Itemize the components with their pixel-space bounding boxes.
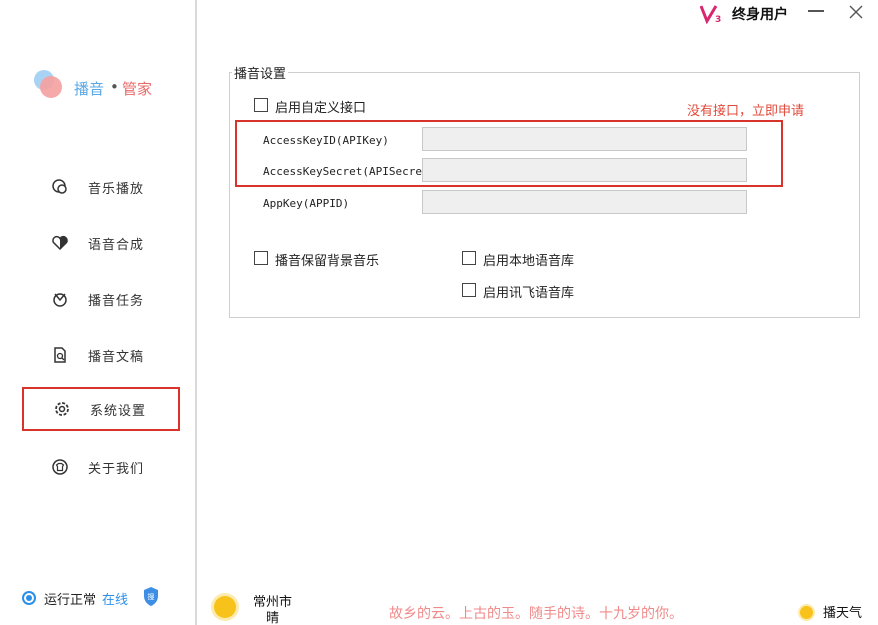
xunfei-voice-checkbox[interactable] bbox=[462, 283, 476, 297]
sidebar-item-label: 关于我们 bbox=[88, 461, 145, 477]
sidebar-item-label: 语音合成 bbox=[88, 237, 145, 253]
access-key-secret-input[interactable] bbox=[422, 158, 747, 182]
sidebar-item-scripts[interactable]: 播音文稿 bbox=[22, 333, 180, 377]
keep-bg-music-label: 播音保留背景音乐 bbox=[275, 254, 380, 269]
logo-dot-pink bbox=[40, 76, 62, 98]
custom-api-checkbox[interactable] bbox=[254, 98, 268, 112]
logo-text-left: 播音 bbox=[74, 80, 105, 98]
sidebar-item-about[interactable]: 关于我们 bbox=[22, 445, 180, 489]
user-type-label: 终身用户 bbox=[732, 7, 788, 23]
access-key-secret-label: AccessKeySecret(APISecret) bbox=[263, 165, 436, 178]
sidebar-item-music[interactable]: 音乐播放 bbox=[22, 165, 180, 209]
local-voice-label: 启用本地语音库 bbox=[483, 254, 575, 269]
heart-icon bbox=[50, 233, 70, 253]
group-title: 播音设置 bbox=[232, 63, 289, 82]
app-key-label: AppKey(APPID) bbox=[263, 197, 350, 210]
sun-icon bbox=[214, 596, 236, 618]
app-logo: 播音 • 管家 bbox=[32, 68, 182, 104]
sidebar-item-label: 播音文稿 bbox=[88, 349, 145, 365]
document-search-icon bbox=[50, 345, 70, 365]
local-voice-checkbox[interactable] bbox=[462, 251, 476, 265]
sidebar: 播音 • 管家 音乐播放 语音合成 播音任务 播音文稿 系统设置 关于我们 运行… bbox=[0, 0, 196, 625]
logo-text-right: 管家 bbox=[122, 80, 153, 98]
sidebar-item-label: 系统设置 bbox=[90, 403, 147, 419]
sidebar-item-settings[interactable]: 系统设置 bbox=[22, 387, 180, 431]
music-icon bbox=[50, 177, 70, 197]
app-key-input[interactable] bbox=[422, 190, 747, 214]
sun-small-icon bbox=[800, 606, 813, 619]
close-icon bbox=[849, 5, 863, 19]
shield-icon[interactable]: 搜 bbox=[142, 586, 160, 608]
run-status: 运行正常 在线 bbox=[22, 588, 128, 608]
access-key-id-input[interactable] bbox=[422, 127, 747, 151]
close-button[interactable] bbox=[848, 4, 864, 20]
sidebar-item-tts[interactable]: 语音合成 bbox=[22, 221, 180, 265]
sidebar-item-label: 音乐播放 bbox=[88, 181, 145, 197]
gear-icon bbox=[52, 399, 72, 419]
broadcast-weather-button[interactable]: 播天气 bbox=[823, 602, 862, 621]
apply-api-link[interactable]: 没有接口，立即申请 bbox=[687, 100, 804, 119]
custom-api-label: 启用自定义接口 bbox=[275, 101, 367, 116]
access-key-id-label: AccessKeyID(APIKey) bbox=[263, 134, 389, 147]
keep-bg-music-checkbox[interactable] bbox=[254, 251, 268, 265]
minimize-button[interactable] bbox=[808, 10, 824, 12]
logo-separator: • bbox=[110, 78, 119, 96]
v3-logo-icon: 3 bbox=[699, 4, 724, 25]
sidebar-item-label: 播音任务 bbox=[88, 293, 145, 309]
sidebar-divider bbox=[195, 0, 197, 625]
status-text: 运行正常 bbox=[44, 592, 97, 608]
shirt-icon bbox=[50, 457, 70, 477]
task-icon bbox=[50, 289, 70, 309]
status-online: 在线 bbox=[102, 592, 129, 608]
weather-condition: 晴 bbox=[266, 611, 280, 625]
xunfei-voice-label: 启用讯飞语音库 bbox=[483, 286, 575, 301]
svg-text:搜: 搜 bbox=[148, 592, 155, 601]
poem-text: 故乡的云。上古的玉。随手的诗。十九岁的你。 bbox=[389, 606, 683, 622]
status-indicator bbox=[22, 591, 36, 605]
svg-text:3: 3 bbox=[715, 15, 721, 24]
sidebar-item-tasks[interactable]: 播音任务 bbox=[22, 277, 180, 321]
